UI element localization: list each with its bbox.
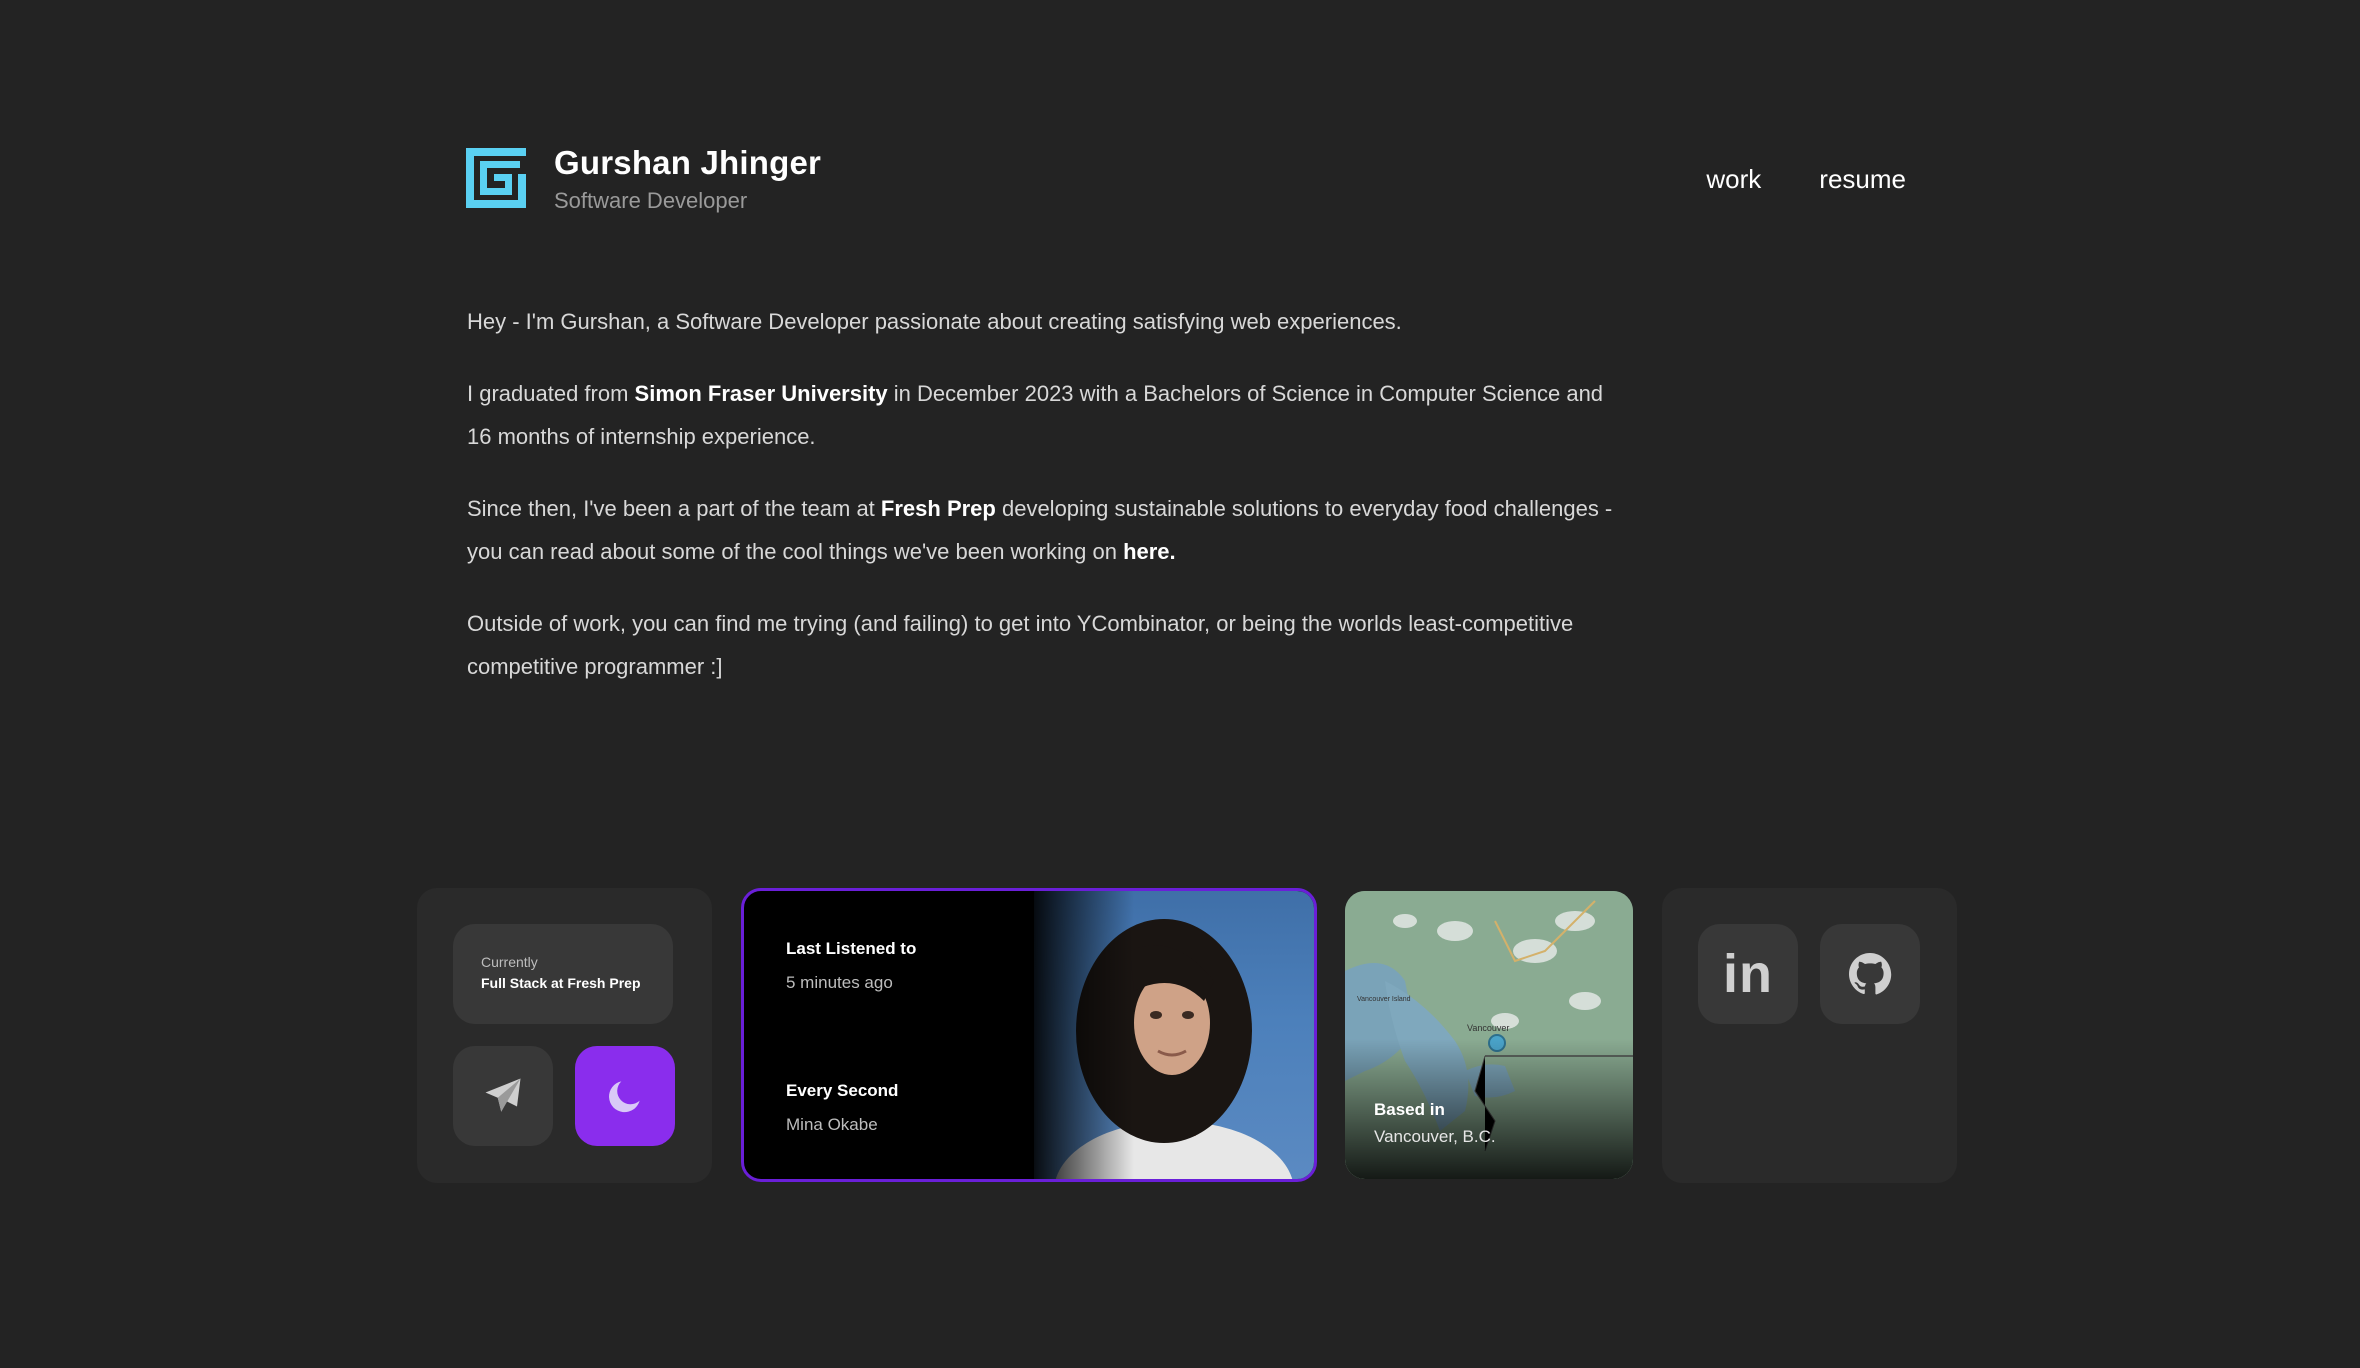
theme-toggle-button[interactable] bbox=[575, 1046, 675, 1146]
bio-paragraph-intro: Hey - I'm Gurshan, a Software Developer … bbox=[467, 309, 1402, 334]
here-link[interactable]: here. bbox=[1123, 539, 1176, 564]
social-card: in bbox=[1662, 888, 1957, 1183]
bio-text: Since then, I've been a part of the team… bbox=[467, 496, 881, 521]
linkedin-icon: in bbox=[1723, 944, 1773, 1004]
track-title: Every Second bbox=[786, 1081, 899, 1100]
map-island-label: Vancouver Island bbox=[1357, 996, 1411, 1003]
contact-button[interactable] bbox=[453, 1046, 553, 1146]
map-city-label: Vancouver bbox=[1467, 1023, 1509, 1033]
bio-paragraph-education: I graduated from Simon Fraser University… bbox=[467, 372, 1617, 458]
cover-fade bbox=[1024, 891, 1134, 1179]
last-listened-time: 5 minutes ago bbox=[786, 973, 893, 992]
bio-paragraph-work: Since then, I've been a part of the team… bbox=[467, 487, 1617, 573]
paper-plane-icon bbox=[485, 1078, 521, 1112]
site-owner-name: Gurshan Jhinger bbox=[554, 144, 822, 181]
last-listened-heading: Last Listened to bbox=[786, 939, 917, 958]
bio-section: Hey - I'm Gurshan, a Software Developer … bbox=[467, 300, 1617, 717]
university-name: Simon Fraser University bbox=[634, 381, 888, 406]
location-label: Based in bbox=[1374, 1100, 1445, 1119]
site-header: Gurshan Jhinger Software Developer work … bbox=[466, 144, 1906, 216]
company-name: Fresh Prep bbox=[880, 496, 996, 521]
location-card: Vancouver Vancouver Island Based in Vanc… bbox=[1345, 891, 1633, 1179]
moon-icon bbox=[609, 1081, 640, 1113]
current-role-pill: Currently Full Stack at Fresh Prep bbox=[453, 924, 673, 1024]
track-artist: Mina Okabe bbox=[786, 1115, 878, 1134]
current-role-value: Full Stack at Fresh Prep bbox=[481, 975, 641, 991]
bio-paragraph-hobbies: Outside of work, you can find me trying … bbox=[467, 611, 1574, 679]
linkedin-button[interactable]: in bbox=[1698, 924, 1798, 1024]
nav-work-link[interactable]: work bbox=[1706, 164, 1761, 195]
github-button[interactable] bbox=[1820, 924, 1920, 1024]
github-icon bbox=[1849, 953, 1892, 995]
nav-resume-link[interactable]: resume bbox=[1819, 164, 1906, 195]
bio-text: I graduated from bbox=[467, 381, 635, 406]
status-card: Currently Full Stack at Fresh Prep bbox=[417, 888, 712, 1183]
main-nav: work resume bbox=[1706, 164, 1906, 195]
current-role-label: Currently bbox=[481, 954, 538, 970]
last-listened-card[interactable]: Last Listened to 5 minutes ago Every Sec… bbox=[741, 888, 1317, 1182]
location-value: Vancouver, B.C. bbox=[1374, 1127, 1496, 1146]
site-owner-role: Software Developer bbox=[554, 188, 748, 213]
logo-icon[interactable] bbox=[466, 148, 526, 208]
